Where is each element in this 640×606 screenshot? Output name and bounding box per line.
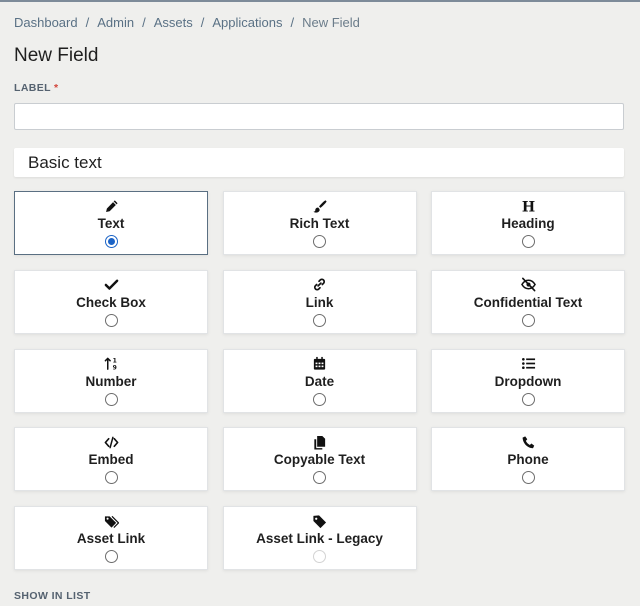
field-type-label: Check Box [76, 294, 146, 310]
field-type-radio [313, 550, 326, 564]
breadcrumb-applications[interactable]: Applications [212, 15, 282, 30]
breadcrumb-assets[interactable]: Assets [154, 15, 193, 30]
field-type-label: Asset Link [76, 531, 146, 547]
field-type-radio[interactable] [104, 471, 118, 485]
field-type-label: Number [85, 373, 137, 389]
svg-text:H: H [521, 199, 534, 213]
pencil-icon [102, 198, 120, 214]
breadcrumb-separator: / [290, 15, 295, 30]
field-type-label: Text [97, 216, 125, 231]
field-type-radio[interactable] [521, 392, 535, 406]
brush-icon [311, 198, 329, 214]
page-title: New Field [14, 45, 99, 66]
tags-icon [102, 513, 120, 529]
code-icon [102, 434, 120, 450]
field-type-card-text[interactable]: Text [14, 191, 208, 255]
field-type-radio[interactable] [521, 235, 535, 248]
field-type-card-asset-link[interactable]: Asset Link [14, 506, 208, 571]
label-input[interactable] [14, 103, 624, 130]
required-mark: * [54, 82, 59, 94]
breadcrumb-admin[interactable]: Admin [97, 15, 134, 30]
list-icon [519, 356, 537, 372]
field-type-radio[interactable] [104, 550, 118, 564]
field-type-label: Embed [88, 452, 134, 468]
page: Dashboard / Admin / Assets / Application… [0, 0, 640, 606]
field-type-card-embed[interactable]: Embed [14, 427, 208, 492]
show-in-list-label: SHOW IN LIST [14, 590, 91, 602]
field-type-radio[interactable] [521, 313, 535, 327]
field-type-radio[interactable] [313, 313, 326, 327]
field-type-radio[interactable] [104, 235, 118, 248]
tag-icon [311, 513, 329, 529]
field-type-radio[interactable] [313, 235, 326, 248]
svg-text:1: 1 [112, 358, 116, 365]
label-field-label: LABEL * [14, 82, 59, 94]
field-type-label: Link [305, 294, 334, 310]
field-type-card-copyable-text[interactable]: Copyable Text [222, 427, 417, 492]
field-type-card-phone[interactable]: Phone [431, 427, 625, 492]
breadcrumb-separator: / [85, 15, 90, 30]
sort-numeric-icon: 19 [102, 356, 120, 372]
eye-slash-icon [519, 277, 537, 293]
svg-text:9: 9 [112, 365, 116, 371]
field-type-radio[interactable] [104, 392, 118, 406]
phone-icon [519, 434, 537, 450]
field-type-label: Asset Link - Legacy [256, 531, 383, 547]
calendar-icon [311, 356, 329, 372]
field-type-label: Date [304, 373, 335, 389]
checkmark-icon [102, 277, 120, 293]
field-type-label: Phone [507, 452, 549, 468]
field-type-card-heading[interactable]: H Heading [431, 191, 625, 255]
field-type-card-asset-link-legacy[interactable]: Asset Link - Legacy [222, 506, 417, 571]
breadcrumb: Dashboard / Admin / Assets / Application… [14, 15, 360, 30]
field-type-card-date[interactable]: Date [222, 348, 417, 413]
field-type-card-confidential-text[interactable]: Confidential Text [431, 269, 625, 334]
breadcrumb-current: New Field [302, 15, 360, 30]
field-type-label: Heading [501, 216, 555, 231]
field-type-label: Confidential Text [473, 294, 583, 310]
field-type-radio[interactable] [521, 471, 535, 485]
field-type-label: Copyable Text [273, 452, 366, 468]
field-type-card-number[interactable]: 1 9 Number [14, 348, 208, 413]
field-type-card-rich-text[interactable]: Rich Text [222, 191, 417, 255]
copy-icon [311, 434, 329, 450]
field-type-card-link[interactable]: Link [222, 269, 417, 334]
breadcrumb-separator: / [142, 15, 146, 30]
breadcrumb-dashboard[interactable]: Dashboard [14, 15, 78, 30]
link-icon [311, 277, 329, 293]
breadcrumb-separator: / [200, 15, 205, 30]
field-type-card-check-box[interactable]: Check Box [14, 269, 208, 334]
field-type-grid: Text Rich Text H Heading Check Box Link Confid… [14, 191, 626, 576]
field-type-card-dropdown[interactable]: Dropdown [431, 348, 625, 413]
field-type-radio[interactable] [313, 392, 326, 406]
label-text: LABEL [14, 82, 51, 94]
field-type-radio[interactable] [313, 471, 326, 485]
field-type-label: Dropdown [494, 373, 562, 389]
field-type-radio[interactable] [104, 313, 118, 327]
field-type-label: Rich Text [289, 216, 350, 231]
heading-icon: H [519, 198, 537, 214]
section-header-basic-text: Basic text [14, 148, 624, 177]
